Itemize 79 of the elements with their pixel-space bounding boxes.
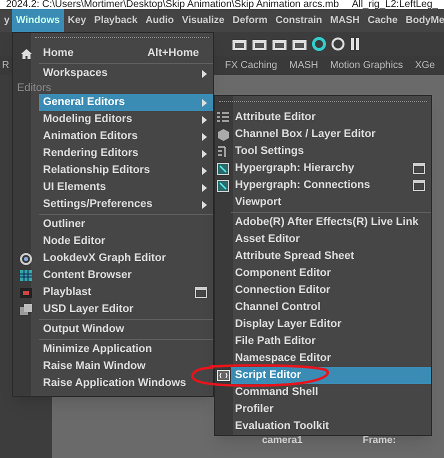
shelf-tab[interactable]: R: [0, 56, 11, 75]
menu-item[interactable]: Asset Editor: [231, 231, 431, 248]
menu-bar-item[interactable]: Visualize: [178, 9, 228, 32]
option-box-icon[interactable]: [413, 163, 425, 174]
menu-item[interactable]: Attribute Editor: [231, 109, 431, 126]
option-box-icon[interactable]: [413, 180, 425, 191]
menu-item[interactable]: Namespace Editor: [231, 350, 431, 367]
menu-item[interactable]: Connection Editor: [231, 282, 431, 299]
grid-icon: [20, 270, 32, 281]
option-box-icon[interactable]: [195, 287, 207, 298]
menu-item[interactable]: Tool Settings: [231, 143, 431, 160]
render-icon[interactable]: [252, 37, 267, 51]
menu-bar-item[interactable]: Key: [64, 9, 90, 32]
shelf-tab[interactable]: FX Caching: [219, 56, 284, 75]
menu-item[interactable]: Raise Application Windows: [39, 375, 213, 392]
menu-item[interactable]: LookdevX Graph Editor: [39, 250, 213, 267]
shortcut-label: Alt+Home: [147, 46, 199, 62]
settings-icon: [218, 146, 228, 158]
menu-item[interactable]: Command Shell: [231, 384, 431, 401]
menu-item[interactable]: Hypergraph: Hierarchy: [231, 160, 431, 177]
menu-item[interactable]: Channel Control: [231, 299, 431, 316]
menu-item[interactable]: Profiler: [231, 401, 431, 418]
menu-bar-item[interactable]: BodyMe: [402, 9, 444, 32]
section-heading: Editors: [17, 82, 52, 94]
camera-label: camera1: [262, 434, 303, 448]
menu-bar-item[interactable]: Deform: [228, 9, 272, 32]
menu-item[interactable]: USD Layer Editor: [39, 301, 213, 318]
menu-item[interactable]: File Path Editor: [231, 333, 431, 350]
window-title: 2024.2: C:\Users\Mortimer\Desktop\Skip Animation\Skip Animation arcs.mb: [6, 0, 339, 9]
menu-item[interactable]: Component Editor: [231, 265, 431, 282]
menu-item[interactable]: Raise Main Window: [39, 358, 213, 375]
film-icon: [20, 288, 32, 298]
shelf-tab[interactable]: Motion Graphics: [324, 56, 409, 75]
menu-item[interactable]: Display Layer Editor: [231, 316, 431, 333]
graph-icon: [217, 162, 229, 174]
cube-icon: [218, 128, 228, 140]
home-icon: [20, 48, 32, 58]
menu-item[interactable]: Attribute Spread Sheet: [231, 248, 431, 265]
frame-label: Frame:: [362, 434, 396, 448]
menu-bar-item[interactable]: MASH: [326, 9, 364, 32]
list-icon: [217, 112, 229, 123]
menu-bar-item[interactable]: Constrain: [272, 9, 326, 32]
menu-item[interactable]: Home: [39, 45, 148, 62]
menu-bar-item[interactable]: Audio: [142, 9, 178, 32]
ring-icon[interactable]: [331, 37, 345, 51]
menu-item[interactable]: Hypergraph: Connections: [231, 177, 431, 194]
menu-item[interactable]: Animation Editors: [39, 128, 213, 145]
graph-icon: [217, 180, 229, 192]
menu-item[interactable]: Outliner: [39, 216, 213, 233]
menu-item[interactable]: Relationship Editors: [39, 162, 213, 179]
pause-icon[interactable]: [350, 38, 360, 50]
shelf-tab[interactable]: XGe: [408, 56, 441, 75]
menu-item[interactable]: Minimize Application: [39, 341, 213, 358]
menu-item[interactable]: General Editors: [39, 94, 213, 111]
ring-icon[interactable]: [312, 37, 326, 51]
menu-item[interactable]: Script Editor: [231, 367, 431, 384]
menu-item[interactable]: Rendering Editors: [39, 145, 213, 162]
script-icon: [216, 370, 230, 381]
menu-item[interactable]: Viewport: [231, 194, 431, 211]
menu-item[interactable]: Channel Box / Layer Editor: [231, 126, 431, 143]
menu-bar-item[interactable]: y: [0, 9, 12, 32]
menu-item[interactable]: Output Window: [39, 321, 213, 338]
render-icon[interactable]: [292, 37, 307, 51]
menu-item[interactable]: UI Elements: [39, 179, 213, 196]
render-icon[interactable]: [272, 37, 287, 51]
menu-item[interactable]: Node Editor: [39, 233, 213, 250]
node-name: All_rig_L2:LeftLeg_: [352, 0, 438, 9]
menu-bar-item[interactable]: Playback: [90, 9, 142, 32]
menu-item[interactable]: Settings/Preferences: [39, 196, 213, 213]
menu-item[interactable]: Evaluation Toolkit: [231, 418, 431, 435]
render-icon[interactable]: [232, 37, 247, 51]
menu-item[interactable]: Adobe(R) After Effects(R) Live Link: [231, 214, 431, 231]
shelf-tab[interactable]: MASH: [283, 56, 324, 75]
menu-bar-item[interactable]: Cache: [364, 9, 402, 32]
menu-item[interactable]: Workspaces: [39, 65, 213, 82]
menu-item[interactable]: Modeling Editors: [39, 111, 213, 128]
menu-item[interactable]: Content Browser: [39, 267, 213, 284]
menu-item[interactable]: Playblast: [39, 284, 213, 301]
layers-icon: [20, 304, 32, 316]
